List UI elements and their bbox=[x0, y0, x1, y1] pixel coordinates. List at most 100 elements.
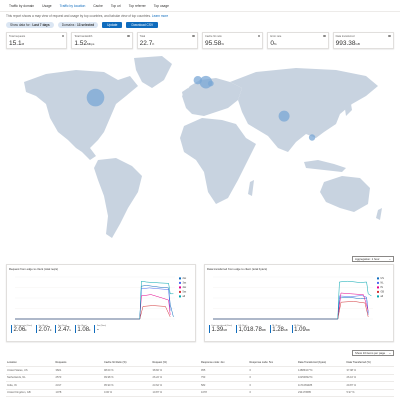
legend-label: GB bbox=[381, 291, 385, 294]
table-cell: 0 bbox=[248, 389, 297, 397]
kpi-value-wrap: 95.58% bbox=[205, 40, 260, 47]
kpi-card: Total requests 15.1M bbox=[6, 32, 68, 49]
kpi-label: Error rate bbox=[270, 34, 282, 38]
summary-value: 2.47 bbox=[57, 327, 70, 333]
table-cell: United States, US bbox=[6, 366, 55, 375]
table-row: United Kingdom, GB 1078 0.00 % 10.87 % 1078 0… bbox=[6, 389, 394, 397]
summary-unit: MB bbox=[305, 329, 310, 332]
table-cell: India, IN bbox=[6, 381, 55, 390]
chevron-down-icon: ⌄ bbox=[388, 351, 391, 355]
legend-label: 3xx bbox=[183, 282, 188, 285]
kpi-unit: GB bbox=[355, 41, 360, 46]
kpi-card: Error rate 0% bbox=[267, 32, 329, 49]
legend-label: IN bbox=[381, 286, 384, 289]
chart-summaries: Data transferred (Sum) 1.39GB US (Sum) 1,01… bbox=[209, 325, 310, 333]
column-header[interactable]: Requests bbox=[54, 359, 103, 367]
info-icon[interactable] bbox=[388, 34, 391, 37]
aggregation-dropdown[interactable]: Aggregation: 1 hour ⌄ bbox=[352, 256, 394, 262]
kpi-unit: M bbox=[21, 41, 25, 46]
table-cell: 26.16 % bbox=[345, 374, 394, 382]
kpi-unit: K bbox=[152, 41, 155, 46]
column-header[interactable]: Data Transferred (bytes) bbox=[297, 359, 346, 367]
data-transferred-chart-plot: US NLIN GBall bbox=[213, 276, 385, 320]
summary-tile: NL (Sum) 1.28GB bbox=[269, 325, 288, 333]
requests-chart-plot: 2xx 3xx4xx 5xxall bbox=[15, 276, 188, 320]
legend-swatch bbox=[179, 295, 181, 298]
date-range-filter[interactable]: Show data for : Last 7 days bbox=[6, 22, 54, 28]
table-cell: 0 bbox=[248, 366, 297, 375]
summary-value-wrap: 2.06k bbox=[14, 327, 32, 333]
table-cell: 26.22 % bbox=[151, 374, 200, 382]
kpi-value-wrap: 22.7K bbox=[140, 40, 195, 47]
summary-unit: MB bbox=[261, 329, 266, 332]
info-icon[interactable] bbox=[192, 34, 195, 37]
asia-shape bbox=[230, 68, 378, 152]
items-per-page-label: Show 10 items per page bbox=[355, 351, 386, 355]
info-icon[interactable] bbox=[323, 34, 326, 37]
column-header[interactable]: Request (%) bbox=[151, 359, 200, 367]
table-row: Netherlands, NL 2573 99.98 % 26.22 % 753 0 102… bbox=[6, 374, 394, 382]
info-icon[interactable] bbox=[127, 34, 130, 37]
items-per-page-dropdown[interactable]: Show 10 items per page ⌄ bbox=[352, 350, 394, 356]
legend-swatch bbox=[377, 277, 379, 280]
greenland-shape bbox=[134, 56, 172, 88]
column-header[interactable]: Response code: 4xx bbox=[200, 359, 249, 367]
learn-more-link[interactable]: Learn more bbox=[152, 14, 168, 18]
summary-unit: k bbox=[50, 329, 52, 332]
madagascar-shape bbox=[248, 180, 254, 196]
aggregation-label: Aggregation: 1 hour bbox=[355, 257, 380, 261]
kpi-value: 993.38 bbox=[335, 39, 356, 47]
summary-value-wrap: - bbox=[97, 327, 106, 333]
date-range-label: Show data for : bbox=[10, 23, 32, 27]
summary-tile: Total requests (Sum) 2.06k bbox=[11, 325, 32, 333]
table-cell: 753 bbox=[200, 374, 249, 382]
series-line-US bbox=[213, 296, 369, 320]
table-cell: 1488610774 bbox=[297, 366, 346, 375]
column-header[interactable]: Response code: 5xx bbox=[248, 359, 297, 367]
table-cell: United Kingdom, GB bbox=[6, 389, 55, 397]
series-line-all bbox=[15, 280, 174, 320]
summary-value-wrap: 1.08k bbox=[77, 327, 90, 333]
kpi-unit: Mbps bbox=[86, 41, 95, 46]
summary-value: 1.08 bbox=[77, 327, 90, 333]
summary-value: 2.06 bbox=[13, 327, 26, 333]
download-csv-button[interactable]: Download CSV bbox=[126, 22, 159, 28]
table-cell: 37.98 % bbox=[345, 366, 394, 375]
table-cell: 29.87 % bbox=[345, 381, 394, 390]
tabs-divider bbox=[0, 11, 400, 12]
table-cell: 1171069485 bbox=[297, 381, 346, 390]
locations-table: Location Requests Cache hit Ratio (%) Reque… bbox=[6, 359, 394, 397]
kpi-card: Total 22.7K bbox=[136, 32, 198, 49]
kpi-label: Total bandwidth bbox=[74, 34, 93, 38]
legend-label: US bbox=[381, 277, 385, 280]
summary-value: 2.07 bbox=[38, 327, 51, 333]
column-header[interactable]: Data Transferred (%) bbox=[345, 359, 394, 367]
legend-label: 4xx bbox=[183, 286, 188, 289]
column-header[interactable]: Location bbox=[6, 359, 55, 367]
kpi-card: Cache hit ratio 95.58% bbox=[201, 32, 264, 49]
summary-value-wrap: 1.28GB bbox=[272, 327, 287, 333]
table-cell: 955 bbox=[200, 366, 249, 375]
summary-value: - bbox=[96, 327, 99, 333]
kpi-value-wrap: 993.38GB bbox=[336, 40, 391, 47]
chart-summaries: Total requests (Sum) 2.06k 2xx (Sum) 2.07k 3… bbox=[11, 325, 106, 333]
summary-value-wrap: 2.47k bbox=[58, 327, 71, 333]
legend-swatch bbox=[179, 286, 181, 289]
kpi-value: 1.52 bbox=[74, 39, 87, 47]
legend-swatch bbox=[179, 277, 181, 280]
kpi-value-wrap: 1.52Mbps bbox=[74, 40, 129, 47]
series-line-GB bbox=[213, 301, 369, 320]
apply-button[interactable]: Update bbox=[102, 22, 123, 28]
report-description: This report shows a map view of request … bbox=[6, 14, 168, 18]
table-cell: 2573 bbox=[54, 374, 103, 382]
summary-value-wrap: 1.39GB bbox=[212, 327, 232, 333]
kpi-value: 15.1 bbox=[9, 39, 22, 47]
kpi-label: Total bbox=[139, 34, 146, 38]
summary-tile: 5xx (Sum) - bbox=[94, 325, 106, 333]
domains-filter[interactable]: Domains : 13 selected bbox=[57, 22, 99, 28]
column-header[interactable]: Cache hit Ratio (%) bbox=[103, 359, 152, 367]
table-cell: 582 bbox=[200, 381, 249, 390]
table-header-row: Location Requests Cache hit Ratio (%) Reque… bbox=[6, 359, 394, 367]
series-line-IN bbox=[213, 292, 369, 320]
series-line-2xx bbox=[15, 285, 174, 320]
